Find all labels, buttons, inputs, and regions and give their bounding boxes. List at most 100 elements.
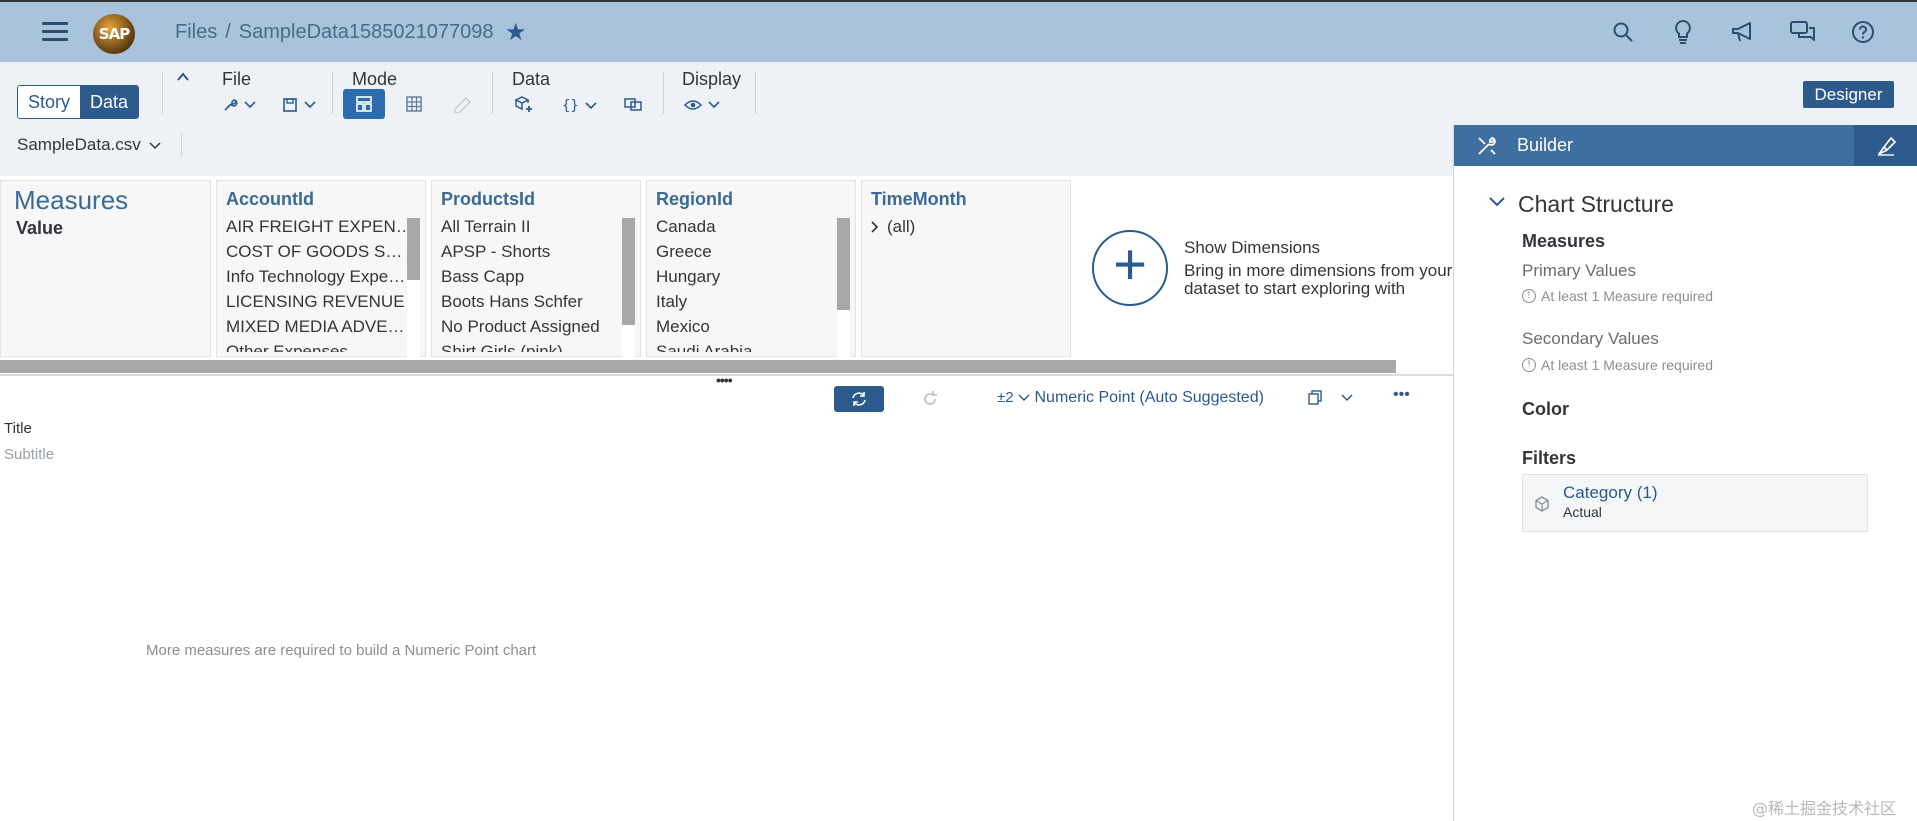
secondary-values-label[interactable]: Secondary Values bbox=[1522, 329, 1659, 349]
add-data-icon[interactable] bbox=[514, 95, 534, 113]
list-item[interactable]: Saudi Arabia bbox=[656, 339, 839, 352]
list-item[interactable]: Italy bbox=[656, 289, 839, 314]
breadcrumb: Files / SampleData1585021077098 bbox=[175, 21, 494, 43]
chevron-down-icon[interactable] bbox=[1489, 197, 1505, 207]
more-options-icon[interactable]: ••• bbox=[1393, 386, 1410, 404]
splitter-handle-icon[interactable]: •••• bbox=[716, 372, 733, 388]
regionid-panel: RegionId Canada Greece Hungary Italy Mex… bbox=[646, 180, 856, 358]
display-menu-button[interactable] bbox=[684, 92, 720, 118]
list-item[interactable]: LICENSING REVENUE bbox=[226, 289, 409, 314]
list-item[interactable]: MIXED MEDIA ADVE… bbox=[226, 314, 409, 339]
copy-menu-button[interactable] bbox=[1307, 389, 1353, 410]
filter-name: Category (1) bbox=[1563, 483, 1658, 502]
search-icon[interactable] bbox=[1609, 18, 1637, 46]
collapse-toolbar-icon[interactable] bbox=[176, 70, 190, 84]
save-icon bbox=[283, 98, 297, 112]
color-label[interactable]: Color bbox=[1522, 399, 1569, 420]
breadcrumb-files[interactable]: Files bbox=[175, 21, 217, 43]
display-group-label: Display bbox=[682, 69, 742, 89]
save-menu-button[interactable] bbox=[282, 92, 316, 118]
scrollbar[interactable] bbox=[622, 218, 635, 358]
list-item[interactable]: Info Technology Expe… bbox=[226, 264, 409, 289]
link-dimensions-icon[interactable] bbox=[624, 96, 642, 112]
sap-logo[interactable]: SAP bbox=[93, 14, 135, 54]
accountid-panel: AccountId AIR FREIGHT EXPEN… COST OF GOO… bbox=[216, 180, 426, 358]
help-icon[interactable] bbox=[1849, 18, 1877, 46]
productsid-panel: ProductsId All Terrain II APSP - Shorts … bbox=[431, 180, 641, 358]
list-item[interactable]: Bass Capp bbox=[441, 264, 624, 289]
chart-empty-message: More measures are required to build a Nu… bbox=[146, 642, 537, 659]
list-item[interactable]: Boots Hans Schfer bbox=[441, 289, 624, 314]
horizontal-scrollbar[interactable] bbox=[0, 360, 1396, 373]
dataset-selector[interactable]: SampleData.csv bbox=[17, 135, 161, 155]
timemonth-all-item[interactable]: (all) bbox=[862, 214, 1070, 239]
builder-header: Builder bbox=[1454, 125, 1917, 166]
list-item: (all) bbox=[887, 217, 916, 236]
filters-label: Filters bbox=[1522, 448, 1577, 468]
builder-title[interactable]: Builder bbox=[1517, 135, 1573, 156]
formula-menu-button[interactable]: {} bbox=[562, 93, 597, 119]
dataset-name: SampleData.csv bbox=[17, 135, 141, 154]
lightbulb-icon[interactable] bbox=[1669, 18, 1697, 46]
list-item[interactable]: Hungary bbox=[656, 264, 839, 289]
list-item[interactable]: Canada bbox=[656, 214, 839, 239]
refresh-icon[interactable] bbox=[921, 390, 939, 408]
chevron-down-icon bbox=[148, 141, 161, 149]
shell-actions bbox=[1609, 18, 1877, 46]
primary-values-label[interactable]: Primary Values bbox=[1522, 261, 1636, 281]
timemonth-panel: TimeMonth (all) bbox=[861, 180, 1071, 357]
list-item[interactable]: All Terrain II bbox=[441, 214, 624, 239]
favorite-star-icon[interactable]: ★ bbox=[505, 18, 527, 47]
tools-icon[interactable] bbox=[1476, 135, 1498, 157]
chat-icon[interactable] bbox=[1789, 18, 1817, 46]
chevron-down-icon bbox=[1018, 394, 1030, 401]
list-item[interactable]: AIR FREIGHT EXPEN… bbox=[226, 214, 409, 239]
info-icon: ! bbox=[1522, 289, 1536, 303]
styling-tab[interactable] bbox=[1854, 125, 1917, 166]
story-tab[interactable]: Story bbox=[18, 86, 81, 118]
chevron-down-icon bbox=[1341, 394, 1353, 402]
chart-type-selector[interactable]: ±2 Numeric Point (Auto Suggested) bbox=[997, 389, 1264, 407]
file-group-label: File bbox=[222, 69, 252, 89]
data-tab[interactable]: Data bbox=[80, 86, 139, 118]
regionid-title: RegionId bbox=[656, 189, 733, 209]
list-item[interactable]: APSP - Shorts bbox=[441, 239, 624, 264]
list-item[interactable]: Other Expenses bbox=[226, 339, 409, 352]
auto-refresh-button[interactable] bbox=[834, 386, 884, 412]
measures-label: Measures bbox=[1522, 231, 1606, 251]
chart-structure-title: Chart Structure bbox=[1518, 191, 1674, 217]
menu-icon[interactable] bbox=[42, 22, 68, 42]
grid-view-icon bbox=[356, 96, 372, 112]
edit-disabled-icon bbox=[454, 97, 471, 113]
list-item[interactable]: COST OF GOODS S… bbox=[226, 239, 409, 264]
mode-group-label: Mode bbox=[352, 69, 398, 89]
scrollbar[interactable] bbox=[837, 218, 850, 358]
curly-braces-icon: {} bbox=[562, 98, 579, 114]
accountid-title: AccountId bbox=[226, 189, 314, 209]
measure-value[interactable]: Value bbox=[1, 218, 210, 239]
list-item[interactable]: Mexico bbox=[656, 314, 839, 339]
table-view-icon[interactable] bbox=[405, 95, 423, 113]
filter-category[interactable]: Category (1) Actual bbox=[1522, 474, 1868, 532]
chevron-down-icon bbox=[244, 101, 256, 109]
chevron-down-icon bbox=[708, 101, 720, 109]
list-item[interactable]: Shirt Girls (pink) bbox=[441, 339, 624, 352]
wrench-icon bbox=[224, 99, 238, 111]
add-dimensions-button[interactable]: + bbox=[1092, 230, 1168, 306]
designer-button[interactable]: Designer bbox=[1803, 81, 1894, 108]
divider bbox=[332, 72, 333, 114]
divider bbox=[492, 72, 493, 114]
show-dimensions-description: Bring in more dimensions from your datas… bbox=[1184, 261, 1453, 298]
timemonth-title: TimeMonth bbox=[871, 189, 967, 209]
tools-menu-button[interactable] bbox=[222, 92, 256, 118]
chevron-right-icon bbox=[871, 220, 879, 233]
scrollbar[interactable] bbox=[407, 218, 420, 358]
megaphone-icon[interactable] bbox=[1729, 18, 1757, 46]
watermark: @稀土掘金技术社区 bbox=[1752, 799, 1897, 818]
chart-title[interactable]: Title bbox=[4, 420, 32, 437]
chart-subtitle[interactable]: Subtitle bbox=[4, 446, 54, 463]
list-item[interactable]: No Product Assigned bbox=[441, 314, 624, 339]
primary-values-requirement: ! At least 1 Measure required bbox=[1522, 288, 1713, 304]
list-item[interactable]: Greece bbox=[656, 239, 839, 264]
productsid-title: ProductsId bbox=[441, 189, 536, 209]
